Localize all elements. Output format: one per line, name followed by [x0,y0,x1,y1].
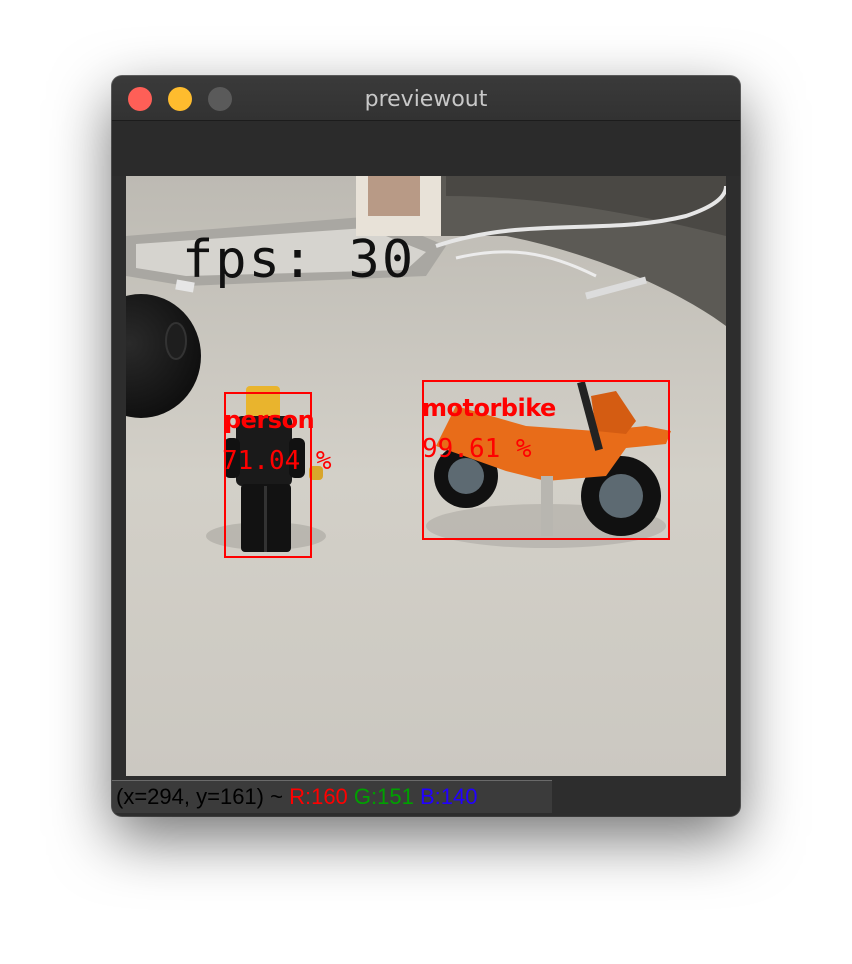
detection-label-person: person [224,406,315,434]
pixel-green-value: G:151 [353,784,414,809]
pixel-info-statusbar: (x=294, y=161) ~ R:160 G:151 B:140 [112,780,552,813]
pixel-blue-value: B:140 [419,784,478,809]
window-title: previewout [364,87,488,112]
fps-counter: fps: 30 [182,230,416,290]
cursor-coordinates: (x=294, y=161) ~ [116,784,283,809]
detection-label-motorbike: motorbike [422,394,556,422]
title-bar[interactable]: previewout [112,76,740,121]
detection-confidence-motorbike: 99.61 % [422,434,532,464]
toolbar-area [112,121,740,176]
detection-confidence-person: 71.04 % [222,446,332,476]
pixel-red-value: R:160 [289,784,348,809]
camera-preview[interactable]: fps: 30 person 71.04 % motorbike 99.61 % [126,176,726,776]
preview-window: previewout fps: 30 person 71.04 % motorb… [112,76,740,816]
